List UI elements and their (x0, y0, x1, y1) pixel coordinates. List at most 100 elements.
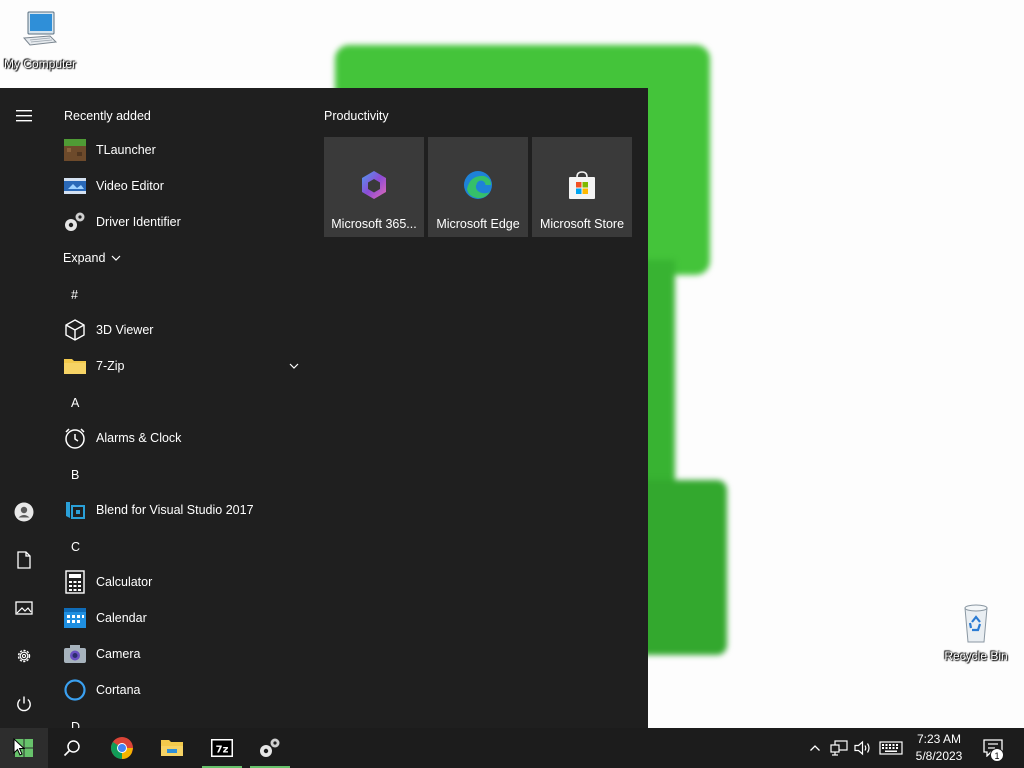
calculator-icon (63, 570, 87, 594)
app-item-calculator[interactable]: Calculator (48, 564, 310, 600)
clock-time: 7:23 AM (916, 732, 962, 746)
speaker-icon (854, 740, 870, 756)
taskbar-driver-identifier[interactable] (246, 728, 294, 768)
document-icon (17, 551, 31, 569)
network-icon (830, 740, 848, 756)
app-list[interactable]: Recently added TLauncher Video Editor Dr… (48, 88, 310, 728)
tile-microsoft-store[interactable]: Microsoft Store (532, 137, 632, 237)
section-letter-a[interactable]: A (71, 396, 79, 410)
section-letter-b[interactable]: B (71, 468, 79, 482)
app-label: Alarms & Clock (96, 431, 182, 445)
expand-button[interactable]: Expand (63, 248, 122, 268)
account-button[interactable] (0, 488, 48, 536)
svg-text:7z: 7z (216, 745, 229, 756)
hamburger-menu-button[interactable] (0, 92, 48, 140)
notification-count-badge: 1 (990, 748, 1004, 762)
touch-keyboard-button[interactable] (876, 728, 906, 768)
documents-button[interactable] (0, 536, 48, 584)
mouse-cursor-icon (13, 738, 25, 756)
search-icon (63, 740, 80, 757)
app-item-camera[interactable]: Camera (48, 636, 310, 672)
app-item-driver-identifier[interactable]: Driver Identifier (48, 204, 310, 240)
taskbar-chrome[interactable] (98, 728, 146, 768)
taskbar-7zip[interactable]: 7z (198, 728, 246, 768)
video-editor-icon (63, 174, 87, 198)
driver-identifier-icon (63, 210, 87, 234)
clock-date: 5/8/2023 (915, 749, 963, 763)
clock-icon (63, 426, 87, 450)
taskbar-clock[interactable]: 7:23 AM 5/8/2023 (908, 731, 970, 765)
tile-microsoft-365[interactable]: Microsoft 365... (324, 137, 424, 237)
store-icon (569, 171, 595, 199)
cortana-icon (63, 678, 87, 702)
app-item-video-editor[interactable]: Video Editor (48, 168, 310, 204)
chevron-up-icon (810, 745, 820, 751)
tile-label: Microsoft Store (539, 217, 625, 231)
app-item-tlauncher[interactable]: TLauncher (48, 132, 310, 168)
driver-identifier-icon (260, 738, 280, 757)
picture-icon (15, 601, 33, 615)
tlauncher-icon (63, 138, 87, 162)
chevron-down-icon[interactable] (288, 362, 300, 370)
desktop-icon-label: My Computer (3, 57, 77, 71)
edge-icon (464, 171, 492, 199)
pictures-button[interactable] (0, 584, 48, 632)
file-explorer-icon (161, 740, 183, 756)
desktop-icon-my-computer[interactable]: My Computer (0, 10, 80, 71)
blend-icon (63, 498, 87, 522)
gear-icon (17, 649, 31, 663)
folder-icon (63, 354, 87, 378)
tile-label: Microsoft Edge (436, 217, 520, 231)
start-rail (0, 88, 48, 728)
app-item-blend[interactable]: Blend for Visual Studio 2017 (48, 492, 310, 528)
hamburger-icon (16, 110, 32, 122)
chrome-icon (111, 737, 133, 759)
tiles-group-title[interactable]: Productivity (324, 109, 389, 123)
taskbar: 7z 7:23 AM 5/8/2023 (0, 728, 1024, 768)
show-hidden-icons-button[interactable] (804, 728, 826, 768)
power-icon (17, 696, 31, 712)
network-button[interactable] (826, 728, 852, 768)
app-item-alarms-clock[interactable]: Alarms & Clock (48, 420, 310, 456)
section-letter-c[interactable]: C (71, 540, 80, 554)
chevron-down-icon (111, 255, 121, 261)
recycle-bin-icon (964, 604, 988, 643)
start-menu: Recently added TLauncher Video Editor Dr… (0, 88, 648, 728)
settings-button[interactable] (0, 632, 48, 680)
app-label: 7-Zip (96, 359, 125, 373)
app-label: Cortana (96, 683, 141, 697)
camera-icon (63, 642, 87, 666)
app-label: Driver Identifier (96, 215, 181, 229)
recently-added-header: Recently added (64, 109, 151, 123)
calendar-icon (63, 606, 87, 630)
computer-icon (22, 11, 58, 46)
section-letter-d[interactable]: D (71, 720, 80, 728)
search-button[interactable] (48, 728, 96, 768)
microsoft-365-icon (362, 171, 386, 199)
volume-button[interactable] (852, 728, 874, 768)
keyboard-icon (879, 741, 903, 755)
app-label: Calculator (96, 575, 153, 589)
user-icon (14, 502, 34, 522)
7zip-icon: 7z (211, 739, 233, 757)
start-button[interactable] (0, 728, 48, 768)
power-button[interactable] (0, 680, 48, 728)
app-label: Blend for Visual Studio 2017 (96, 503, 254, 517)
desktop-icon-label: Recycle Bin (944, 649, 1008, 663)
app-item-cortana[interactable]: Cortana (48, 672, 310, 708)
tile-microsoft-edge[interactable]: Microsoft Edge (428, 137, 528, 237)
desktop-icon-recycle-bin[interactable]: Recycle Bin (936, 602, 1016, 663)
app-label: Calendar (96, 611, 147, 625)
cube-icon (63, 318, 87, 342)
expand-label: Expand (63, 251, 106, 265)
app-item-3d-viewer[interactable]: 3D Viewer (48, 312, 310, 348)
tile-label: Microsoft 365... (331, 217, 417, 231)
app-label: Camera (96, 647, 141, 661)
app-label: TLauncher (96, 143, 156, 157)
app-label: 3D Viewer (96, 323, 154, 337)
section-letter-hash[interactable]: # (71, 288, 78, 302)
app-label: Video Editor (96, 179, 164, 193)
app-item-7zip[interactable]: 7-Zip (48, 348, 310, 384)
taskbar-file-explorer[interactable] (148, 728, 196, 768)
app-item-calendar[interactable]: Calendar (48, 600, 310, 636)
